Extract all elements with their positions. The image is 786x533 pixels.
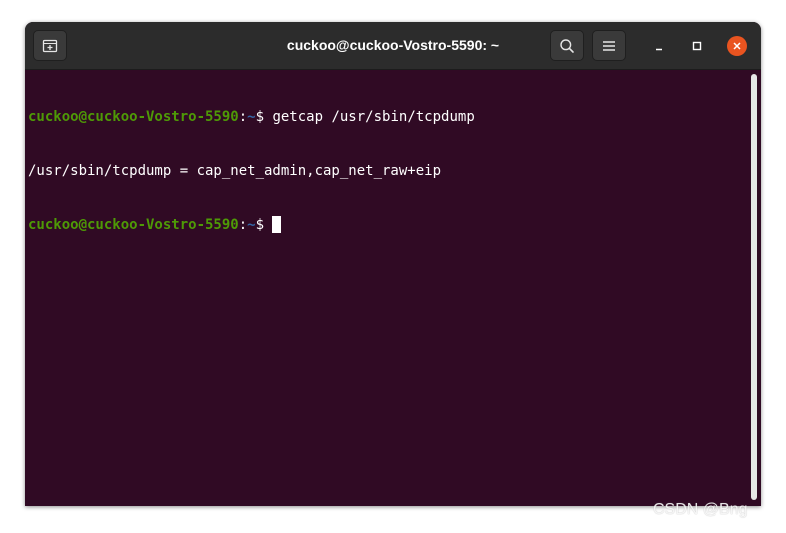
prompt-separator: : [238,217,248,233]
text-cursor [272,216,282,233]
prompt-symbol: $ [255,217,273,233]
title-bar[interactable]: cuckoo@cuckoo-Vostro-5590: ~ [25,22,761,70]
terminal-window: cuckoo@cuckoo-Vostro-5590: ~ cuckoo@cuck… [25,22,761,506]
search-button[interactable] [550,30,584,61]
hamburger-menu-icon [602,40,616,52]
close-button[interactable] [727,36,747,56]
maximize-icon [692,41,702,51]
prompt-path: ~ [247,217,256,233]
maximize-button[interactable] [687,36,707,56]
menu-button[interactable] [592,30,626,61]
close-icon [732,41,742,51]
prompt-user-host: cuckoo@cuckoo-Vostro-5590 [28,109,239,125]
terminal-line: cuckoo@cuckoo-Vostro-5590:~$ [28,216,746,234]
prompt-separator: : [238,109,248,125]
prompt-path: ~ [247,109,256,125]
scrollbar[interactable] [751,74,757,500]
search-icon [559,38,575,54]
terminal-line: cuckoo@cuckoo-Vostro-5590:~$ getcap /usr… [28,108,746,126]
command-output: /usr/sbin/tcpdump = cap_net_admin,cap_ne… [28,163,442,179]
window-title: cuckoo@cuckoo-Vostro-5590: ~ [286,37,500,53]
watermark: CSDN @Bng [653,501,748,518]
minimize-button[interactable] [649,36,669,56]
command-text: getcap /usr/sbin/tcpdump [272,109,475,125]
terminal-text-area[interactable]: cuckoo@cuckoo-Vostro-5590:~$ getcap /usr… [28,72,746,502]
prompt-symbol: $ [255,109,273,125]
new-tab-button[interactable] [33,30,67,61]
terminal-line: /usr/sbin/tcpdump = cap_net_admin,cap_ne… [28,162,746,180]
minimize-icon [654,41,664,51]
prompt-user-host: cuckoo@cuckoo-Vostro-5590 [28,217,239,233]
new-tab-icon [42,38,58,54]
